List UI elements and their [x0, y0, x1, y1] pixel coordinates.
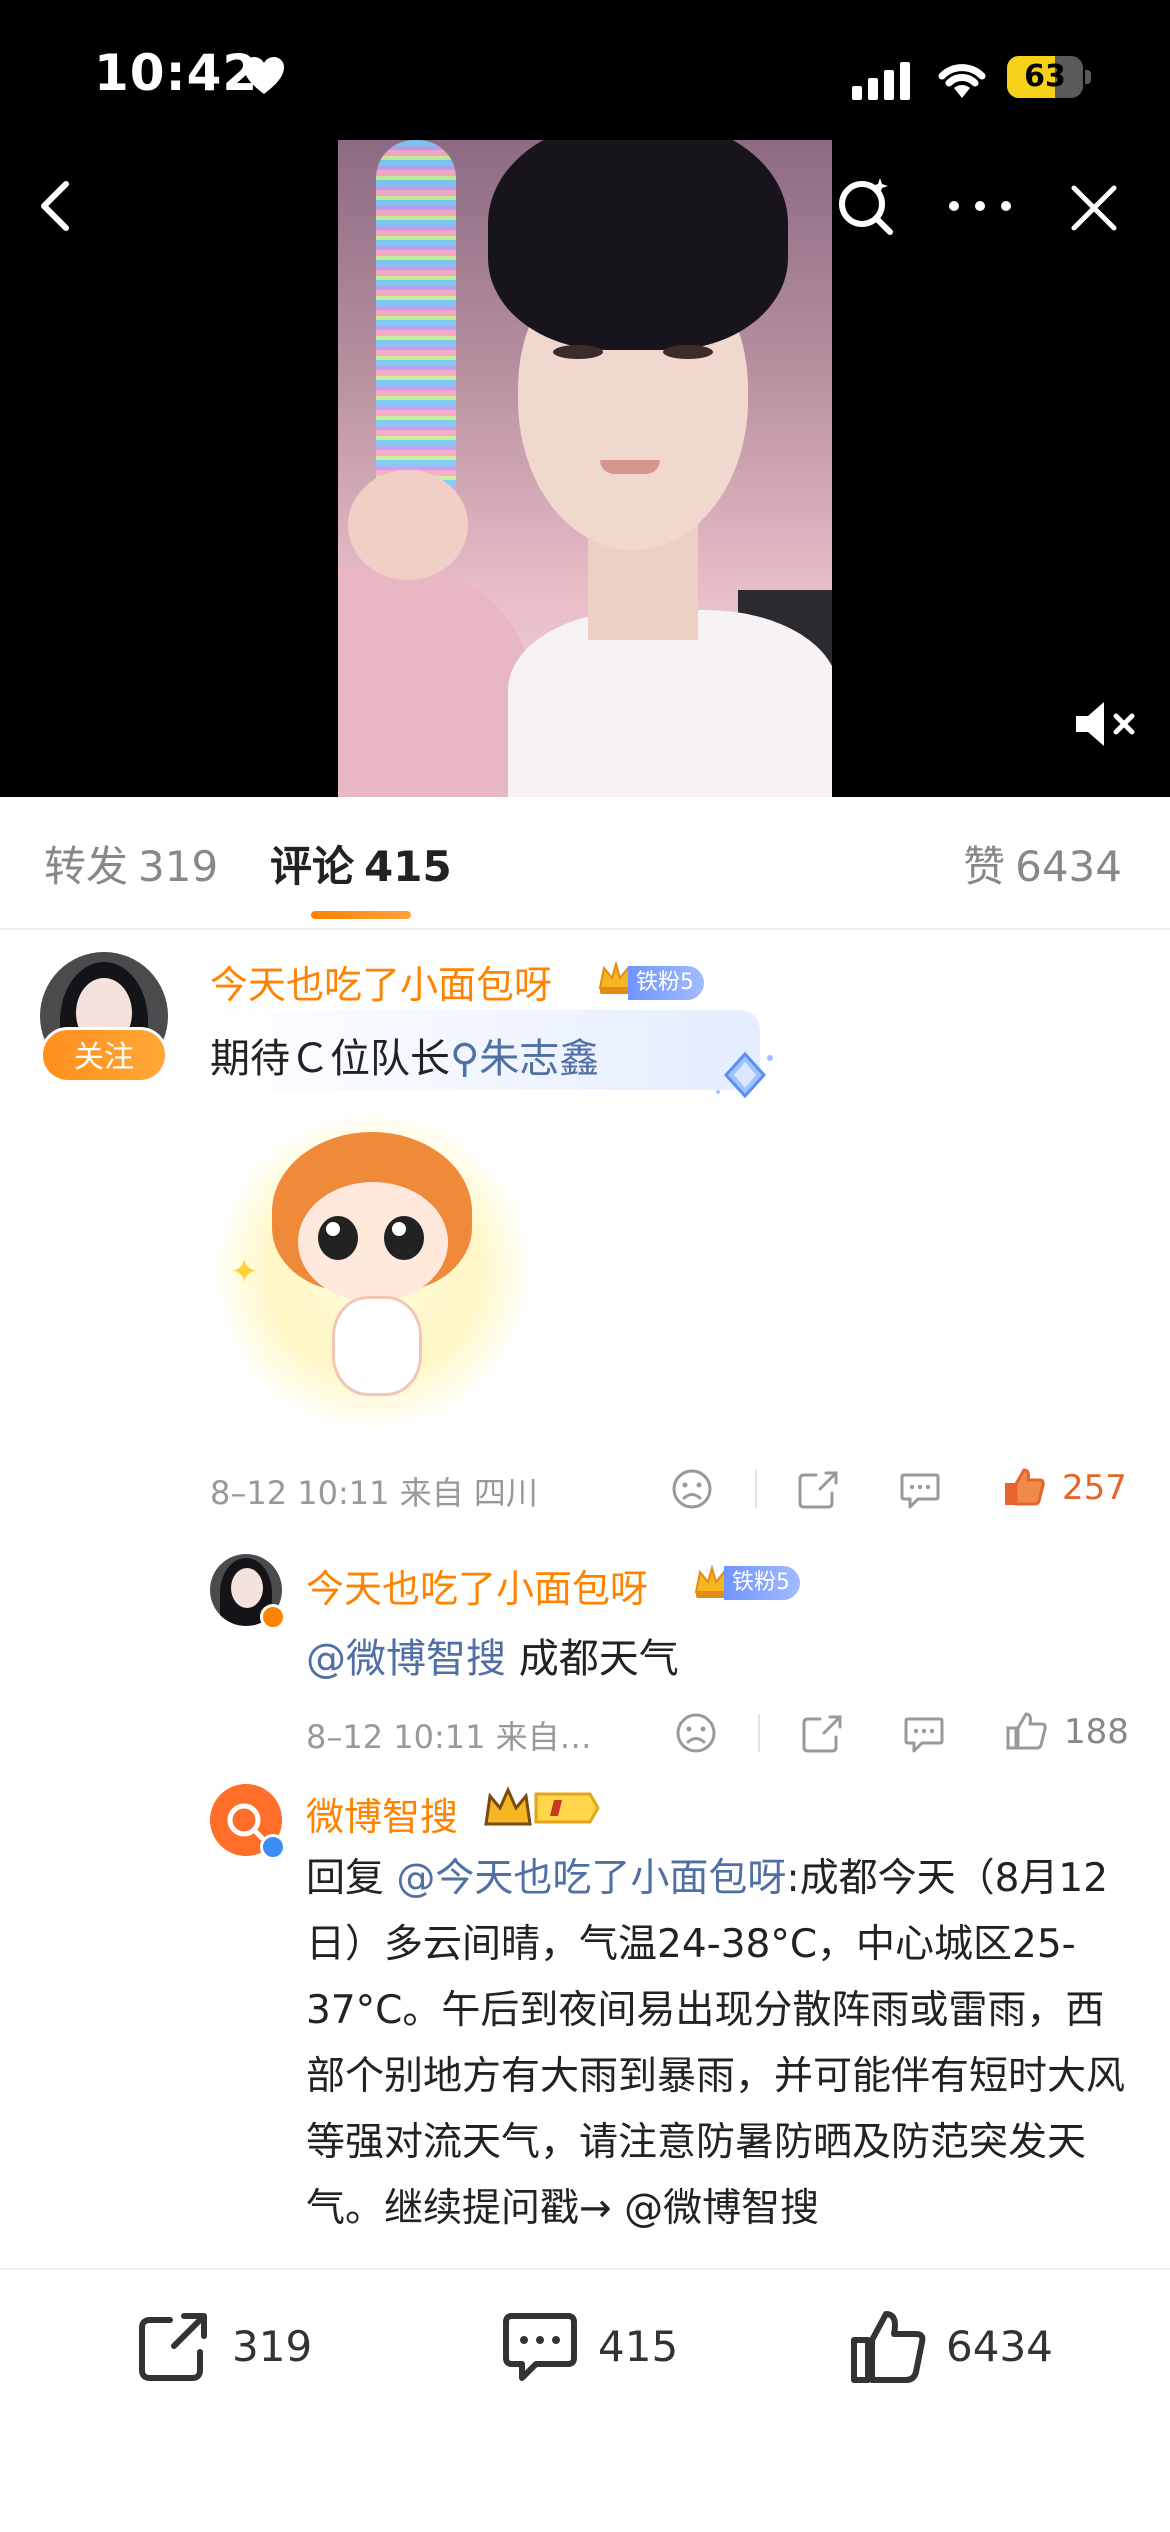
like-count: 257 — [1062, 1468, 1127, 1508]
share-icon[interactable] — [796, 1467, 840, 1511]
battery-icon: 63 — [1007, 56, 1091, 98]
mute-icon[interactable] — [1072, 696, 1142, 752]
active-tab-indicator — [311, 911, 411, 919]
reply-username[interactable]: 今天也吃了小面包呀 — [306, 1558, 648, 1613]
reply-username[interactable]: 微博智搜 — [306, 1786, 458, 1841]
video-frame[interactable] — [338, 140, 832, 797]
thumb-up-icon[interactable] — [848, 2306, 928, 2386]
search-mention[interactable]: ⚲朱志鑫 — [450, 1036, 599, 1082]
emoji-icon[interactable] — [670, 1467, 714, 1511]
search-icon[interactable] — [832, 174, 898, 240]
reply-meta: 8–12 10:11 来自… — [306, 1718, 592, 1756]
mention-link[interactable]: @今天也吃了小面包呀 — [396, 1856, 786, 1901]
comment-count[interactable]: 415 — [598, 2322, 678, 2371]
thumb-up-icon[interactable] — [1002, 1464, 1046, 1508]
reply-text: @微博智搜 成都天气 — [306, 1636, 679, 1682]
comment-icon[interactable] — [898, 1467, 942, 1511]
comment-icon[interactable] — [902, 1711, 946, 1755]
divider — [755, 1470, 757, 1508]
repost-count[interactable]: 319 — [232, 2322, 312, 2371]
comment-meta: 8–12 10:11 来自 四川 — [210, 1474, 538, 1512]
tab-repost[interactable]: 转发 319 — [44, 833, 218, 894]
comment-text: 期待Ｃ位队长⚲朱志鑫 — [210, 1036, 600, 1082]
more-icon[interactable] — [946, 186, 1014, 226]
divider — [758, 1714, 760, 1752]
mention-link[interactable]: @微博智搜 — [306, 1636, 506, 1682]
tab-bar: 转发 319 评论 415 赞 6434 — [0, 797, 1170, 930]
comment-username[interactable]: 今天也吃了小面包呀 — [210, 954, 552, 1009]
battery-level: 63 — [1024, 59, 1066, 94]
diamond-icon — [716, 1051, 773, 1099]
heart-icon — [244, 57, 284, 94]
tab-comments[interactable]: 评论 415 — [270, 833, 452, 894]
fan-badge: 铁粉5 — [628, 966, 704, 1000]
like-count: 188 — [1064, 1712, 1129, 1752]
fan-badge: 铁粉5 — [724, 1566, 800, 1600]
close-icon[interactable] — [1066, 180, 1122, 236]
share-icon[interactable] — [800, 1711, 844, 1755]
thumb-up-icon[interactable] — [1004, 1708, 1048, 1752]
wifi-icon — [938, 64, 986, 98]
level-badge-icon — [484, 1786, 600, 1826]
reply-text: 回复 @今天也吃了小面包呀:成都今天（8月12日）多云间晴，气温24-38°C，… — [306, 1856, 1126, 2231]
back-icon[interactable] — [28, 176, 88, 236]
status-bar: 10:42 63 — [0, 0, 1170, 140]
status-time: 10:42 — [94, 44, 259, 102]
verified-badge — [260, 1834, 286, 1860]
follow-button[interactable]: 关注 — [40, 1027, 168, 1083]
comment-icon[interactable] — [500, 2306, 580, 2386]
tab-likes[interactable]: 赞 6434 — [963, 833, 1122, 894]
verified-badge — [260, 1604, 286, 1630]
emoji-icon[interactable] — [674, 1711, 718, 1755]
like-count[interactable]: 6434 — [946, 2322, 1053, 2371]
signal-icon — [852, 62, 910, 100]
sticker-image[interactable]: ✦ — [214, 1112, 532, 1430]
share-icon[interactable] — [134, 2306, 214, 2386]
